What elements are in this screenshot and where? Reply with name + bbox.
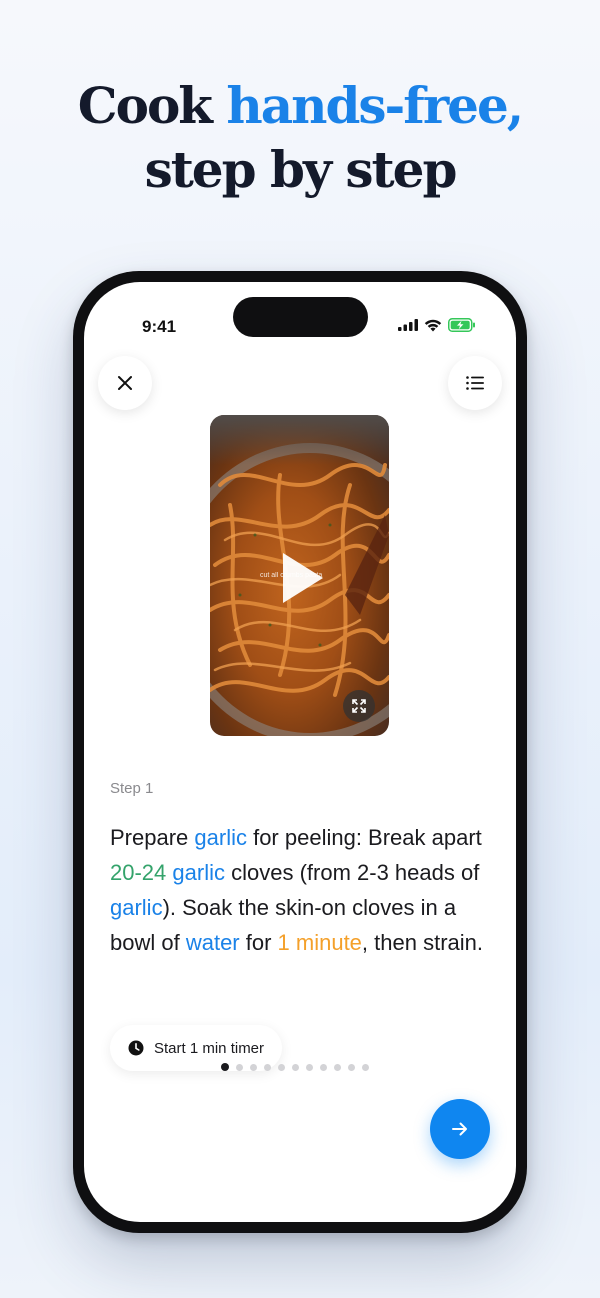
headline-accent: hands-free, [226, 76, 524, 135]
pagination-dot[interactable] [292, 1063, 299, 1071]
timer-label: Start 1 min timer [154, 1039, 265, 1057]
status-time: 9:41 [142, 317, 177, 336]
instruction-text: for [239, 930, 278, 955]
instruction-text: Prepare [110, 825, 195, 850]
next-step-button[interactable] [430, 1099, 490, 1159]
pagination-dot[interactable] [334, 1063, 341, 1071]
ingredient-link-water[interactable]: water [186, 930, 240, 955]
step-instruction: Prepare garlic for peeling: Break apart … [110, 820, 500, 960]
fullscreen-button[interactable] [343, 690, 375, 722]
quantity-text: 20-24 [110, 860, 167, 885]
ingredient-link-garlic[interactable]: garlic [110, 895, 163, 920]
ingredient-link-garlic[interactable]: garlic [172, 860, 225, 885]
phone-screen: 9:41 cut all crumbs pasta Step 1 Prepare… [84, 282, 516, 1222]
instruction-text: for peeling: Break apart [246, 825, 482, 850]
phone-frame: 9:41 cut all crumbs pasta Step 1 Prepare… [73, 271, 527, 1233]
expand-icon [352, 699, 366, 713]
pagination-dot[interactable] [306, 1063, 313, 1071]
step-video[interactable]: cut all crumbs pasta [210, 415, 389, 736]
close-icon [118, 376, 132, 390]
list-icon [466, 376, 484, 390]
pagination-dot[interactable] [278, 1063, 285, 1071]
pagination-dot[interactable] [348, 1063, 355, 1071]
steps-list-button[interactable] [448, 356, 502, 410]
pagination-dot[interactable] [362, 1063, 369, 1071]
status-icons [398, 318, 476, 332]
headline-line-1: Cook hands-free, [0, 74, 600, 138]
headline-line-2: step by step [144, 140, 458, 199]
dynamic-island [233, 297, 368, 337]
step-pagination [221, 1063, 369, 1071]
play-icon[interactable] [283, 553, 323, 603]
video-top-shade [210, 415, 389, 465]
pagination-dot[interactable] [264, 1063, 271, 1071]
instruction-text: cloves (from 2-3 heads of [224, 860, 480, 885]
ingredient-link-garlic[interactable]: garlic [194, 825, 247, 850]
wifi-icon [424, 319, 442, 331]
instruction-text: , then strain. [361, 930, 483, 955]
close-button[interactable] [98, 356, 152, 410]
step-label: Step 1 [110, 780, 154, 797]
headline-prefix: Cook [77, 76, 227, 135]
headline: Cook hands-free, step by step [0, 74, 600, 202]
pagination-dot[interactable] [236, 1063, 243, 1071]
clock-icon [128, 1040, 144, 1056]
arrow-right-icon [452, 1122, 467, 1136]
pagination-dot[interactable] [250, 1063, 257, 1071]
pagination-dot[interactable] [320, 1063, 327, 1071]
cellular-signal-icon [398, 319, 418, 331]
battery-charging-icon [448, 318, 475, 332]
pagination-dot-active[interactable] [221, 1063, 229, 1071]
time-link[interactable]: 1 minute [278, 930, 362, 955]
